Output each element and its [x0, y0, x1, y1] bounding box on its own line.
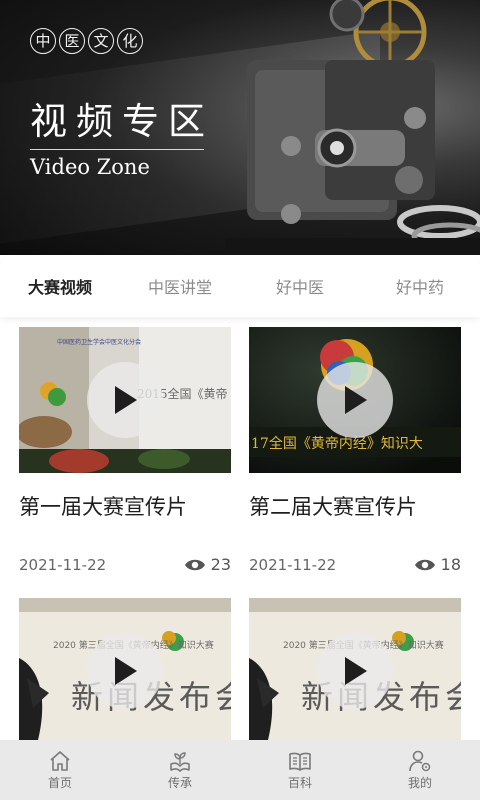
video-thumbnail[interactable]: 17全国《黄帝内经》知识大: [249, 327, 461, 473]
seal-char: 中: [30, 28, 56, 54]
video-title[interactable]: 第二届大赛宣传片: [249, 491, 461, 523]
sprout-book-icon: [170, 751, 190, 772]
nav-label: 传承: [167, 775, 192, 790]
play-button[interactable]: [87, 362, 163, 438]
video-meta: 2021-11-22 18: [249, 555, 461, 574]
play-button[interactable]: [317, 633, 393, 709]
eye-icon: [184, 559, 205, 570]
video-card[interactable]: 中国医药卫生学会中医文化分会 2015全国《黄帝 第一届大赛宣传片 2021-1…: [19, 327, 231, 574]
video-thumbnail[interactable]: 中国医药卫生学会中医文化分会 2015全国《黄帝: [19, 327, 231, 473]
nav-label: 百科: [287, 775, 312, 790]
play-icon: [345, 386, 367, 414]
video-date: 2021-11-22: [249, 555, 337, 574]
film-projector-image: [225, 0, 480, 255]
play-button[interactable]: [317, 362, 393, 438]
video-card[interactable]: 2020 第三届全国《黄帝内经》知识大赛 新闻发布会: [19, 598, 231, 744]
user-settings-icon: [409, 750, 431, 771]
nav-heritage[interactable]: 传承: [130, 750, 230, 791]
nav-mine[interactable]: 我的: [370, 750, 470, 791]
play-icon: [115, 657, 137, 685]
video-card[interactable]: 17全国《黄帝内经》知识大 第二届大赛宣传片 2021-11-22 18: [249, 327, 461, 574]
view-count-value: 18: [440, 555, 461, 574]
nav-label: 首页: [47, 775, 72, 790]
nav-encyclopedia[interactable]: 百科: [250, 750, 350, 791]
page-subtitle: Video Zone: [30, 155, 150, 179]
video-thumbnail[interactable]: 2020 第三届全国《黄帝内经》知识大赛 新闻发布会: [19, 598, 231, 744]
book-icon: [289, 752, 311, 771]
video-meta: 2021-11-22 23: [19, 555, 231, 574]
tab-good-medicine[interactable]: 好中药: [360, 274, 480, 298]
nav-label: 我的: [407, 775, 432, 790]
video-card[interactable]: 2020 第三届全国《黄帝内经》知识大赛 新闻发布会: [249, 598, 461, 744]
home-icon: [50, 750, 70, 771]
play-button[interactable]: [87, 633, 163, 709]
view-count: 18: [414, 555, 461, 574]
tab-contest-videos[interactable]: 大赛视频: [0, 274, 120, 298]
eye-icon: [414, 559, 435, 570]
video-date: 2021-11-22: [19, 555, 107, 574]
video-thumbnail[interactable]: 2020 第三届全国《黄帝内经》知识大赛 新闻发布会: [249, 598, 461, 744]
view-count: 23: [184, 555, 231, 574]
logo-seal: 中 医 文 化: [30, 28, 143, 54]
play-icon: [345, 657, 367, 685]
thumbnail-header-text: 中国医药卫生学会中医文化分会: [57, 339, 142, 346]
title-divider: [30, 149, 204, 150]
tab-tcm-lectures[interactable]: 中医讲堂: [120, 274, 240, 298]
video-title[interactable]: 第一届大赛宣传片: [19, 491, 231, 523]
seal-char: 文: [88, 28, 114, 54]
bottom-navigation: 首页 传承 百科 我的: [0, 740, 480, 800]
page-title: 视频专区: [30, 100, 214, 143]
seal-char: 医: [59, 28, 85, 54]
play-icon: [115, 386, 137, 414]
hero-banner: 中 医 文 化 视频专区 Video Zone: [0, 0, 480, 255]
view-count-value: 23: [210, 555, 231, 574]
category-tabs: 大赛视频 中医讲堂 好中医 好中药: [0, 255, 480, 317]
nav-home[interactable]: 首页: [10, 750, 110, 791]
seal-char: 化: [117, 28, 143, 54]
thumbnail-caption: 17全国《黄帝内经》知识大: [251, 436, 423, 452]
tab-good-doctors[interactable]: 好中医: [240, 274, 360, 298]
